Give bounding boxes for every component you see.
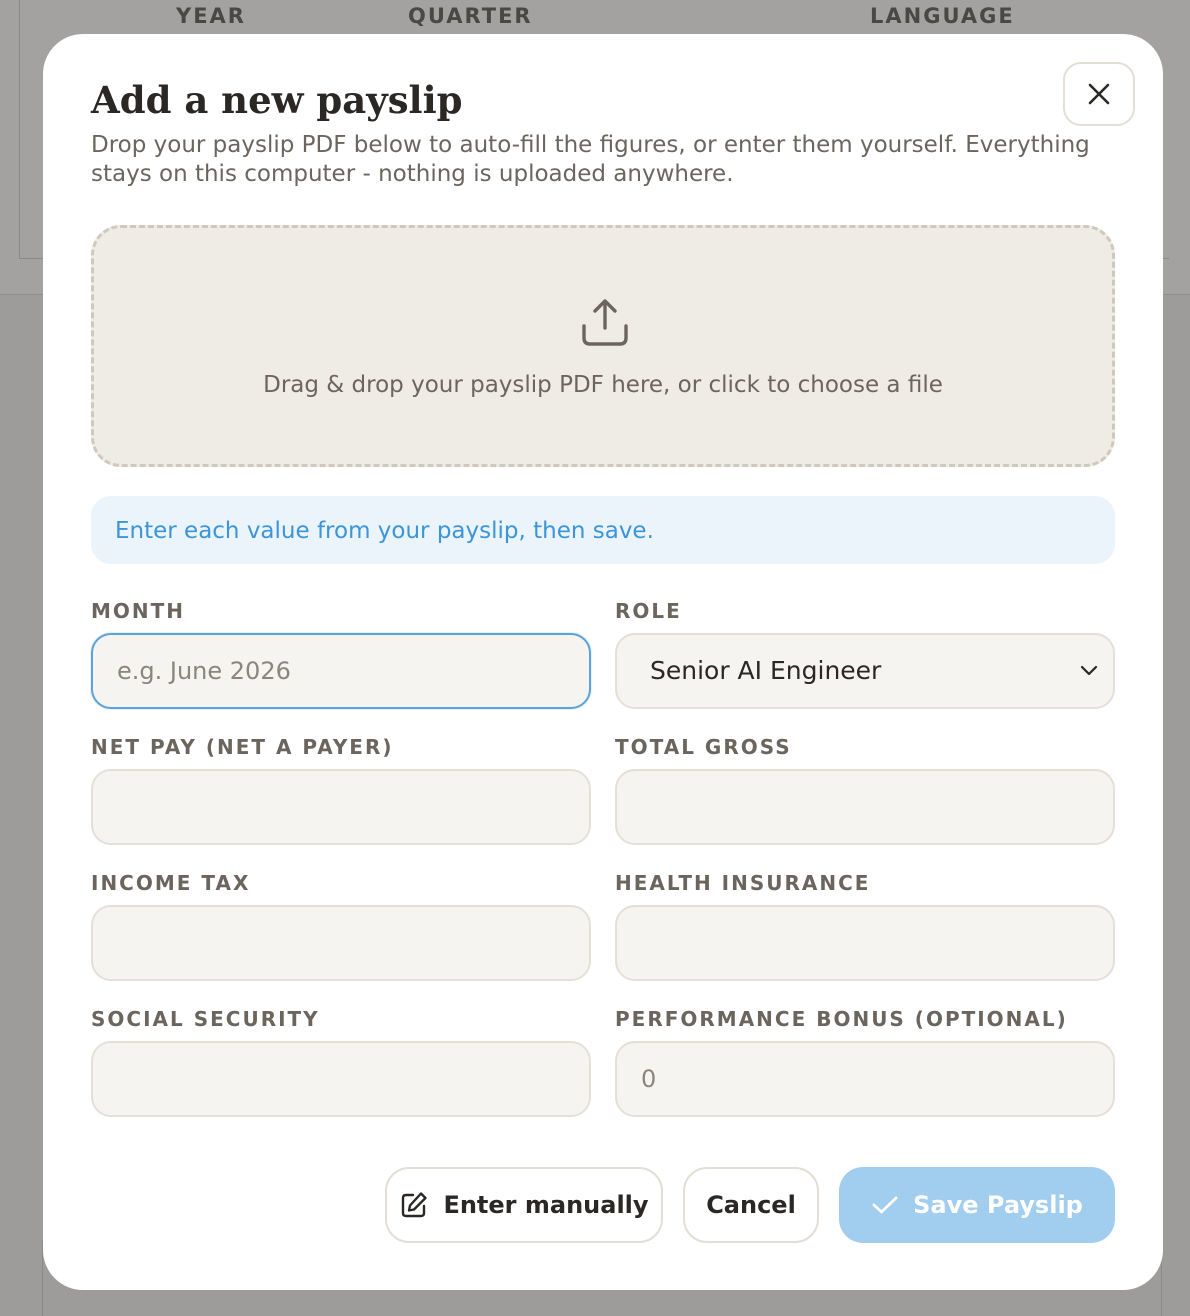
health-insurance-label: HEALTH INSURANCE (615, 871, 871, 895)
chevron-down-icon (1080, 665, 1098, 676)
role-select-value: Senior AI Engineer (650, 656, 882, 685)
cancel-label: Cancel (706, 1191, 796, 1219)
check-icon (872, 1196, 898, 1214)
enter-manually-label: Enter manually (443, 1191, 649, 1219)
column-header-year: YEAR (176, 4, 246, 28)
performance-bonus-label: PERFORMANCE BONUS (OPTIONAL) (615, 1007, 1068, 1031)
save-payslip-button[interactable]: Save Payslip (839, 1167, 1115, 1243)
month-input[interactable] (91, 633, 591, 709)
net-pay-label: NET PAY (NET A PAYER) (91, 735, 394, 759)
info-banner: Enter each value from your payslip, then… (91, 496, 1115, 564)
income-tax-label: INCOME TAX (91, 871, 251, 895)
pdf-dropzone[interactable]: Drag & drop your payslip PDF here, or cl… (91, 225, 1115, 467)
role-select[interactable]: Senior AI Engineer (615, 633, 1115, 709)
performance-bonus-input[interactable] (615, 1041, 1115, 1117)
modal-subtitle: Drop your payslip PDF below to auto-fill… (91, 132, 1090, 187)
role-label: ROLE (615, 599, 682, 623)
total-gross-input[interactable] (615, 769, 1115, 845)
close-icon (1088, 83, 1110, 105)
social-security-input[interactable] (91, 1041, 591, 1117)
modal-title: Add a new payslip (91, 78, 463, 122)
column-header-quarter: QUARTER (408, 4, 533, 28)
cancel-button[interactable]: Cancel (683, 1167, 819, 1243)
social-security-label: SOCIAL SECURITY (91, 1007, 320, 1031)
edit-icon (402, 1192, 428, 1218)
enter-manually-button[interactable]: Enter manually (385, 1167, 663, 1243)
close-button[interactable] (1063, 62, 1135, 126)
net-pay-input[interactable] (91, 769, 591, 845)
add-payslip-modal: Add a new payslip Drop your payslip PDF … (43, 34, 1163, 1290)
income-tax-input[interactable] (91, 905, 591, 981)
background-divider (19, 0, 20, 258)
month-label: MONTH (91, 599, 186, 623)
save-payslip-label: Save Payslip (913, 1191, 1083, 1219)
total-gross-label: TOTAL GROSS (615, 735, 792, 759)
health-insurance-input[interactable] (615, 905, 1115, 981)
column-header-language: LANGUAGE (870, 4, 1015, 28)
dropzone-text: Drag & drop your payslip PDF here, or cl… (263, 372, 943, 398)
upload-icon (582, 299, 628, 346)
